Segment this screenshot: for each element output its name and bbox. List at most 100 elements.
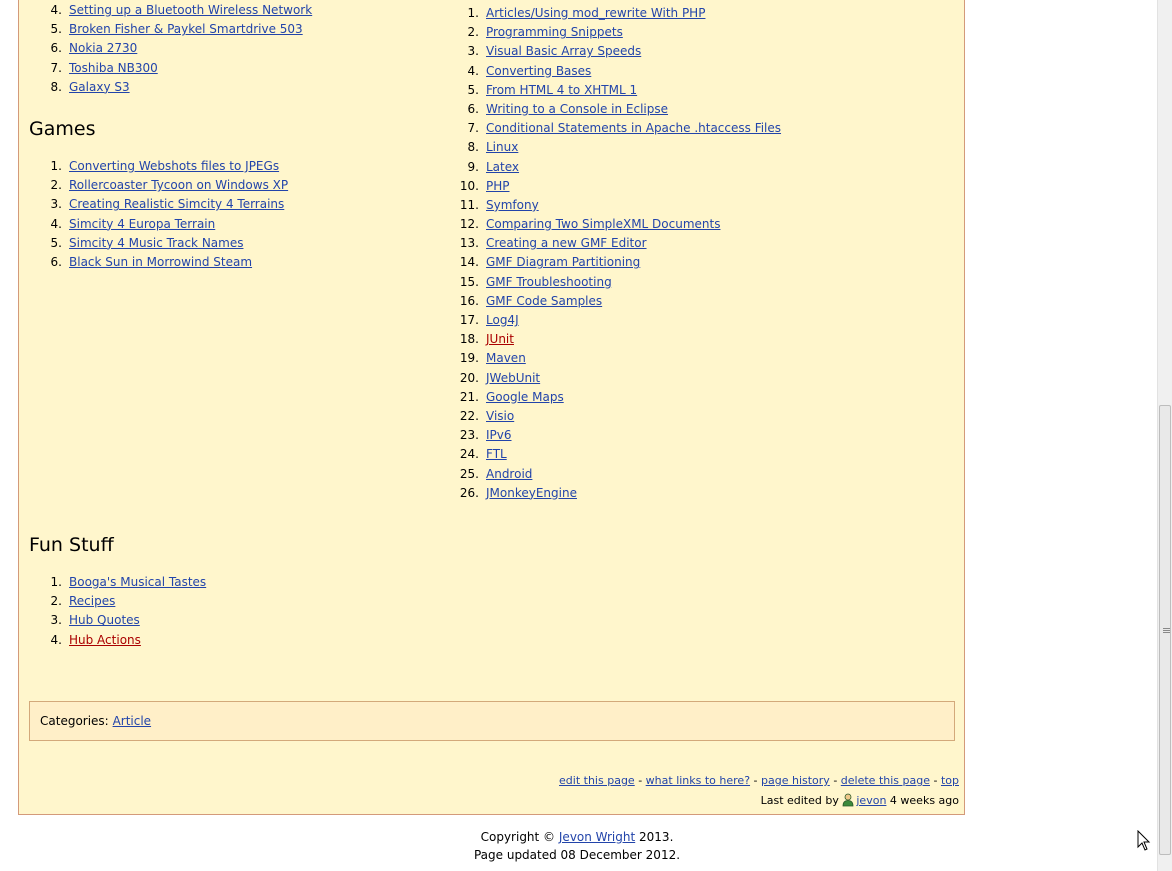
article-link[interactable]: Articles/Using mod_rewrite With PHP xyxy=(486,6,705,20)
article-link[interactable]: Simcity 4 Europa Terrain xyxy=(69,217,215,231)
item-number: 8. xyxy=(50,79,62,94)
list-item: 18. JUnit xyxy=(446,330,781,349)
article-link[interactable]: Conditional Statements in Apache .htacce… xyxy=(486,121,781,135)
games-list: 1. Converting Webshots files to JPEGs 2. Ro… xyxy=(29,157,289,272)
user-icon xyxy=(842,793,854,807)
list-item: 11. Symfony xyxy=(446,196,781,215)
article-link[interactable]: GMF Code Samples xyxy=(486,294,602,308)
copyright: Copyright © Jevon Wright 2013. Page upda… xyxy=(18,828,1136,864)
categories-box: Categories: Article xyxy=(29,701,955,741)
list-item: 20. JWebUnit xyxy=(446,369,781,388)
category-article-link[interactable]: Article xyxy=(113,714,152,728)
item-number: 6. xyxy=(50,41,62,56)
article-link[interactable]: Visual Basic Array Speeds xyxy=(486,44,641,58)
article-link[interactable]: Hub Actions xyxy=(69,633,141,647)
list-item: 14. GMF Diagram Partitioning xyxy=(446,253,781,272)
separator: - xyxy=(829,774,841,787)
item-number: 3. xyxy=(50,197,62,212)
article-link[interactable]: Writing to a Console in Eclipse xyxy=(486,102,668,116)
article-link[interactable]: JWebUnit xyxy=(486,371,540,385)
article-link[interactable]: Latex xyxy=(486,160,519,174)
list-item: 26. JMonkeyEngine xyxy=(446,484,781,503)
list-item: 4. Hub Actions xyxy=(29,631,206,650)
article-link[interactable]: Creating a new GMF Editor xyxy=(486,236,647,250)
grip-icon xyxy=(1163,628,1170,629)
article-link[interactable]: Toshiba NB300 xyxy=(69,61,158,75)
list-item: 1. Articles/Using mod_rewrite With PHP xyxy=(446,4,781,23)
article-link[interactable]: From HTML 4 to XHTML 1 xyxy=(486,83,637,97)
last-edited: Last edited by jevon 4 weeks ago xyxy=(761,793,959,807)
list-item: 3. Creating Realistic Simcity 4 Terrains xyxy=(29,195,288,214)
article-link[interactable]: Log4J xyxy=(486,313,519,327)
list-item: 17. Log4J xyxy=(446,311,781,330)
article-link[interactable]: JMonkeyEngine xyxy=(486,486,577,500)
article-link[interactable]: GMF Troubleshooting xyxy=(486,275,612,289)
item-number: 5. xyxy=(50,22,62,37)
article-link[interactable]: Black Sun in Morrowind Steam xyxy=(69,255,252,269)
item-number: 2. xyxy=(50,178,62,193)
list-item: 1. Converting Webshots files to JPEGs xyxy=(29,157,288,176)
article-link[interactable]: FTL xyxy=(486,447,507,461)
article-link[interactable]: IPv6 xyxy=(486,428,512,442)
article-link[interactable]: Visio xyxy=(486,409,514,423)
item-number: 10. xyxy=(459,178,479,193)
delete-page-link[interactable]: delete this page xyxy=(841,774,930,787)
article-link[interactable]: Hub Quotes xyxy=(69,613,140,627)
edit-page-link[interactable]: edit this page xyxy=(559,774,635,787)
item-number: 2. xyxy=(467,25,479,40)
item-number: 12. xyxy=(459,217,479,232)
article-link[interactable]: Maven xyxy=(486,351,526,365)
list-item: 4. Simcity 4 Europa Terrain xyxy=(29,215,288,234)
list-item: 6. Black Sun in Morrowind Steam xyxy=(29,253,288,272)
article-link[interactable]: Converting Webshots files to JPEGs xyxy=(69,159,279,173)
article-link[interactable]: Comparing Two SimpleXML Documents xyxy=(486,217,720,231)
list-item: 21. Google Maps xyxy=(446,388,781,407)
article-link[interactable]: Linux xyxy=(486,140,518,154)
article-link[interactable]: Creating Realistic Simcity 4 Terrains xyxy=(69,197,284,211)
vertical-scrollbar[interactable] xyxy=(1157,0,1172,871)
author-link[interactable]: Jevon Wright xyxy=(559,830,635,844)
scrollbar-thumb[interactable] xyxy=(1159,405,1171,855)
item-number: 4. xyxy=(50,216,62,231)
article-link[interactable]: Symfony xyxy=(486,198,539,212)
article-link[interactable]: Programming Snippets xyxy=(486,25,623,39)
item-number: 6. xyxy=(50,254,62,269)
article-link[interactable]: Galaxy S3 xyxy=(69,80,130,94)
item-number: 7. xyxy=(50,60,62,75)
article-link[interactable]: Recipes xyxy=(69,594,115,608)
mouse-cursor-icon xyxy=(1137,830,1151,851)
article-link[interactable]: Broken Fisher & Paykel Smartdrive 503 xyxy=(69,22,303,36)
list-item: 2. Rollercoaster Tycoon on Windows XP xyxy=(29,176,289,195)
item-number: 14. xyxy=(459,255,479,270)
copyright-prefix: Copyright © xyxy=(480,830,556,844)
page-history-link[interactable]: page history xyxy=(761,774,830,787)
user-link[interactable]: jevon xyxy=(856,794,886,807)
list-item: 24. FTL xyxy=(446,445,781,464)
item-number: 13. xyxy=(459,236,479,251)
item-number: 5. xyxy=(467,82,479,97)
list-item: 6. Nokia 2730 xyxy=(29,39,312,58)
article-link[interactable]: Nokia 2730 xyxy=(69,41,137,55)
article-link[interactable]: Android xyxy=(486,467,532,481)
article-link[interactable]: Booga's Musical Tastes xyxy=(69,575,206,589)
what-links-here-link[interactable]: what links to here? xyxy=(646,774,750,787)
item-number: 26. xyxy=(459,485,479,500)
item-number: 2. xyxy=(50,594,62,609)
article-link[interactable]: Google Maps xyxy=(486,390,564,404)
list-item: 8. Galaxy S3 xyxy=(29,78,312,97)
article-link[interactable]: Converting Bases xyxy=(486,64,591,78)
article-link[interactable]: Simcity 4 Music Track Names xyxy=(69,236,243,250)
item-number: 1. xyxy=(50,159,62,173)
item-number: 4. xyxy=(50,632,62,647)
article-link[interactable]: PHP xyxy=(486,179,510,193)
article-link[interactable]: Rollercoaster Tycoon on Windows XP xyxy=(69,178,288,192)
item-number: 16. xyxy=(459,293,479,308)
list-item: 2. Programming Snippets xyxy=(446,23,781,42)
list-item: 7. Toshiba NB300 xyxy=(29,59,312,78)
article-link[interactable]: GMF Diagram Partitioning xyxy=(486,255,640,269)
article-link[interactable]: Setting up a Bluetooth Wireless Network xyxy=(69,3,312,17)
fun-stuff-list: 1. Booga's Musical Tastes 2. Recipes 3. Hub Q… xyxy=(29,573,207,650)
top-link[interactable]: top xyxy=(941,774,959,787)
article-link[interactable]: JUnit xyxy=(486,332,514,346)
item-number: 21. xyxy=(459,389,479,404)
